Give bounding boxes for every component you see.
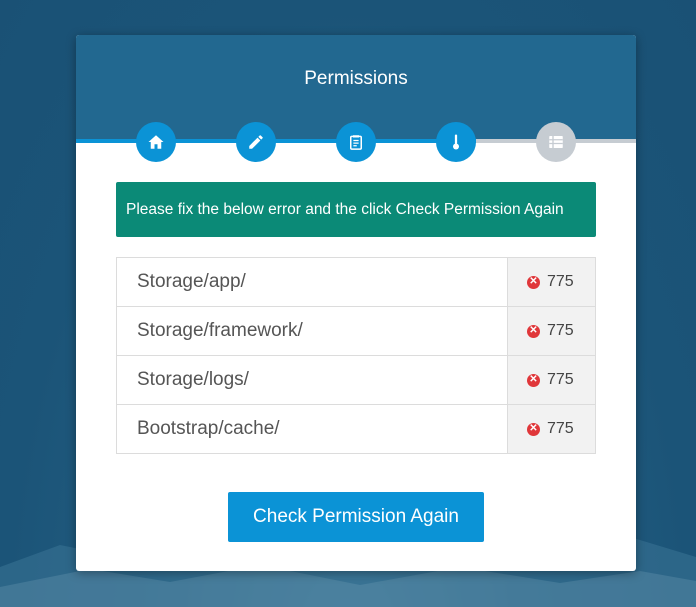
table-row: Storage/logs/ ✕ 775 [116,355,596,405]
permissions-table: Storage/app/ ✕ 775 Storage/framework/ ✕ … [116,257,596,454]
alert-message: Please fix the below error and the click… [126,200,564,218]
step-final[interactable] [536,122,576,162]
permission-status: ✕ 775 [507,404,596,454]
folder-path: Storage/logs/ [116,355,508,405]
permission-value: 775 [547,322,574,339]
step-edit[interactable] [236,122,276,162]
check-permission-button[interactable]: Check Permission Again [228,492,484,542]
permission-value: 775 [547,371,574,388]
clipboard-icon [350,135,362,150]
folder-path: Storage/framework/ [116,306,508,356]
permission-status: ✕ 775 [507,306,596,356]
home-icon [148,135,164,149]
permission-status: ✕ 775 [507,355,596,405]
pencil-icon [249,135,263,149]
permission-status: ✕ 775 [507,257,596,307]
error-icon: ✕ [527,422,540,436]
step-thermometer[interactable] [436,122,476,162]
page-title: Permissions [304,68,408,89]
step-home[interactable] [136,122,176,162]
error-alert: Please fix the below error and the click… [116,182,596,237]
step-clipboard[interactable] [336,122,376,162]
error-icon: ✕ [527,275,540,289]
error-icon: ✕ [527,373,540,387]
table-row: Storage/framework/ ✕ 775 [116,306,596,356]
thermometer-icon [453,134,459,150]
table-row: Bootstrap/cache/ ✕ 775 [116,404,596,454]
permission-value: 775 [547,273,574,290]
list-icon [549,136,563,148]
folder-path: Bootstrap/cache/ [116,404,508,454]
permission-value: 775 [547,420,574,437]
table-row: Storage/app/ ✕ 775 [116,257,596,307]
permissions-card: Permissions Please fix the below error a… [76,35,636,571]
error-icon: ✕ [527,324,540,338]
folder-path: Storage/app/ [116,257,508,307]
